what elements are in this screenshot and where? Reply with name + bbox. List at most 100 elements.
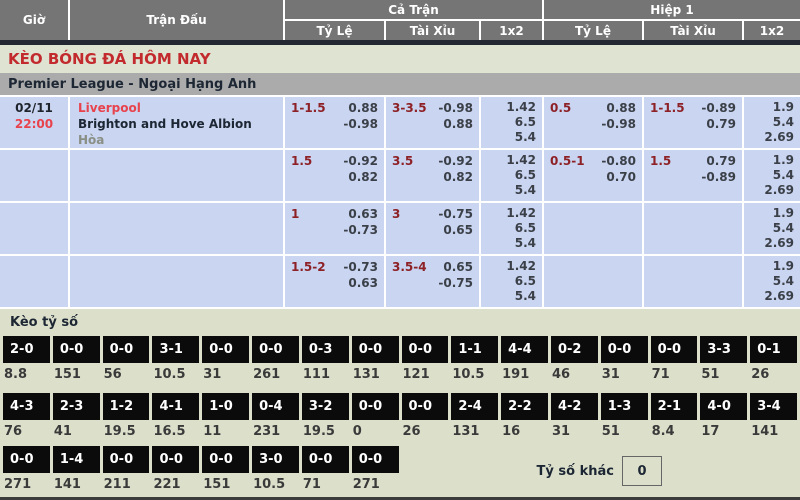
score-bet-cell[interactable]: 4-017 [700, 393, 747, 440]
half-1x2-cell-odds-1[interactable]: 5.4 [750, 274, 794, 289]
score-odds[interactable]: 121 [402, 363, 449, 383]
score-bet-cell[interactable]: 1-011 [202, 393, 249, 440]
score-box[interactable]: 0-0 [103, 336, 150, 363]
score-odds[interactable]: 26 [402, 420, 449, 440]
score-bet-cell[interactable]: 3-219.5 [302, 393, 349, 440]
score-box[interactable]: 1-4 [53, 446, 100, 473]
full-overunder-cell-odds-bottom[interactable]: 0.82 [438, 169, 473, 185]
full-handicap-cell-odds-top[interactable]: -0.92 [343, 153, 378, 169]
full-overunder-cell-odds-top[interactable]: -0.75 [438, 206, 473, 222]
score-box[interactable]: 0-0 [302, 446, 349, 473]
score-bet-cell[interactable]: 0-3111 [302, 336, 349, 383]
score-box[interactable]: 0-0 [352, 336, 399, 363]
full-handicap-cell-odds-bottom[interactable]: -0.98 [343, 116, 378, 132]
score-bet-cell[interactable]: 4-116.5 [152, 393, 199, 440]
score-box[interactable]: 3-1 [152, 336, 199, 363]
score-odds[interactable]: 231 [252, 420, 299, 440]
score-box[interactable]: 0-0 [103, 446, 150, 473]
score-bet-cell[interactable]: 4-4191 [501, 336, 548, 383]
score-box[interactable]: 0-0 [352, 393, 399, 420]
full-1x2-cell-odds-2[interactable]: 5.4 [487, 236, 536, 251]
score-odds[interactable]: 191 [501, 363, 548, 383]
score-bet-cell[interactable]: 2-18.4 [651, 393, 698, 440]
score-odds[interactable]: 8.8 [3, 363, 50, 383]
full-handicap-cell-odds-bottom[interactable]: 0.82 [343, 169, 378, 185]
full-1x2-cell-odds-1[interactable]: 6.5 [487, 168, 536, 183]
score-bet-cell[interactable]: 0-00 [352, 393, 399, 440]
score-odds[interactable]: 19.5 [103, 420, 150, 440]
half-1x2-cell-odds-1[interactable]: 5.4 [750, 168, 794, 183]
score-box[interactable]: 0-0 [352, 446, 399, 473]
score-odds[interactable]: 221 [152, 473, 199, 493]
full-overunder-cell-odds-top[interactable]: 0.65 [438, 259, 473, 275]
full-handicap-cell-odds-bottom[interactable]: -0.73 [343, 222, 378, 238]
half-1x2-cell-odds-0[interactable]: 1.9 [750, 206, 794, 221]
score-bet-cell[interactable]: 0-0261 [252, 336, 299, 383]
full-1x2-cell-odds-2[interactable]: 5.4 [487, 130, 536, 145]
score-bet-cell[interactable]: 0-126 [750, 336, 797, 383]
score-odds[interactable]: 111 [302, 363, 349, 383]
score-box[interactable]: 4-2 [551, 393, 598, 420]
score-odds[interactable]: 31 [551, 420, 598, 440]
score-box[interactable]: 0-0 [402, 393, 449, 420]
score-odds[interactable]: 271 [352, 473, 399, 493]
score-odds[interactable]: 17 [700, 420, 747, 440]
full-1x2-cell-odds-2[interactable]: 5.4 [487, 289, 536, 304]
score-odds[interactable]: 211 [103, 473, 150, 493]
full-1x2-cell-odds-2[interactable]: 5.4 [487, 183, 536, 198]
score-box[interactable]: 0-3 [302, 336, 349, 363]
score-bet-cell[interactable]: 0-031 [601, 336, 648, 383]
half-overunder-cell-odds-top[interactable]: -0.89 [701, 100, 736, 116]
score-box[interactable]: 0-0 [3, 446, 50, 473]
score-odds[interactable]: 16 [501, 420, 548, 440]
score-bet-cell[interactable]: 1-110.5 [451, 336, 498, 383]
league-header[interactable]: Premier League - Ngoại Hạng Anh [0, 73, 800, 95]
half-1x2-cell-odds-0[interactable]: 1.9 [750, 100, 794, 115]
score-bet-cell[interactable]: 0-0221 [152, 446, 199, 493]
score-odds[interactable]: 11 [202, 420, 249, 440]
score-box[interactable]: 3-2 [302, 393, 349, 420]
score-bet-cell[interactable]: 4-376 [3, 393, 50, 440]
score-box[interactable]: 1-3 [601, 393, 648, 420]
score-odds[interactable]: 131 [352, 363, 399, 383]
score-bet-cell[interactable]: 0-071 [302, 446, 349, 493]
score-box[interactable]: 0-0 [402, 336, 449, 363]
score-bet-cell[interactable]: 2-341 [53, 393, 100, 440]
score-box[interactable]: 0-1 [750, 336, 797, 363]
full-1x2-cell-odds-1[interactable]: 6.5 [487, 274, 536, 289]
half-handicap-cell-odds-top[interactable]: 0.88 [601, 100, 636, 116]
score-box[interactable]: 1-2 [103, 393, 150, 420]
score-bet-cell[interactable]: 0-0121 [402, 336, 449, 383]
score-box[interactable]: 0-0 [152, 446, 199, 473]
score-box[interactable]: 4-3 [3, 393, 50, 420]
score-box[interactable]: 2-0 [3, 336, 50, 363]
full-1x2-cell-odds-0[interactable]: 1.42 [487, 100, 536, 115]
score-odds[interactable]: 151 [202, 473, 249, 493]
score-bet-cell[interactable]: 0-4231 [252, 393, 299, 440]
half-handicap-cell-odds-top[interactable]: -0.80 [601, 153, 636, 169]
full-overunder-cell-odds-bottom[interactable]: -0.75 [438, 275, 473, 291]
score-box[interactable]: 2-1 [651, 393, 698, 420]
score-bet-cell[interactable]: 2-216 [501, 393, 548, 440]
score-odds[interactable]: 141 [53, 473, 100, 493]
score-odds[interactable]: 19.5 [302, 420, 349, 440]
full-1x2-cell-odds-0[interactable]: 1.42 [487, 206, 536, 221]
score-odds[interactable]: 151 [53, 363, 100, 383]
score-bet-cell[interactable]: 3-351 [700, 336, 747, 383]
score-bet-cell[interactable]: 2-4131 [451, 393, 498, 440]
half-handicap-cell-odds-bottom[interactable]: 0.70 [601, 169, 636, 185]
half-1x2-cell-odds-0[interactable]: 1.9 [750, 153, 794, 168]
half-handicap-cell-odds-bottom[interactable]: -0.98 [601, 116, 636, 132]
score-odds[interactable]: 271 [3, 473, 50, 493]
score-odds[interactable]: 141 [750, 420, 797, 440]
score-box[interactable]: 3-4 [750, 393, 797, 420]
score-bet-cell[interactable]: 0-026 [402, 393, 449, 440]
full-overunder-cell-odds-top[interactable]: -0.92 [438, 153, 473, 169]
away-team-name[interactable]: Brighton and Hove Albion [78, 116, 277, 132]
full-1x2-cell-odds-1[interactable]: 6.5 [487, 221, 536, 236]
score-box[interactable]: 3-3 [700, 336, 747, 363]
other-score-value-box[interactable]: 0 [622, 456, 662, 486]
half-overunder-cell-odds-bottom[interactable]: 0.79 [701, 116, 736, 132]
score-box[interactable]: 0-0 [601, 336, 648, 363]
score-bet-cell[interactable]: 0-0131 [352, 336, 399, 383]
